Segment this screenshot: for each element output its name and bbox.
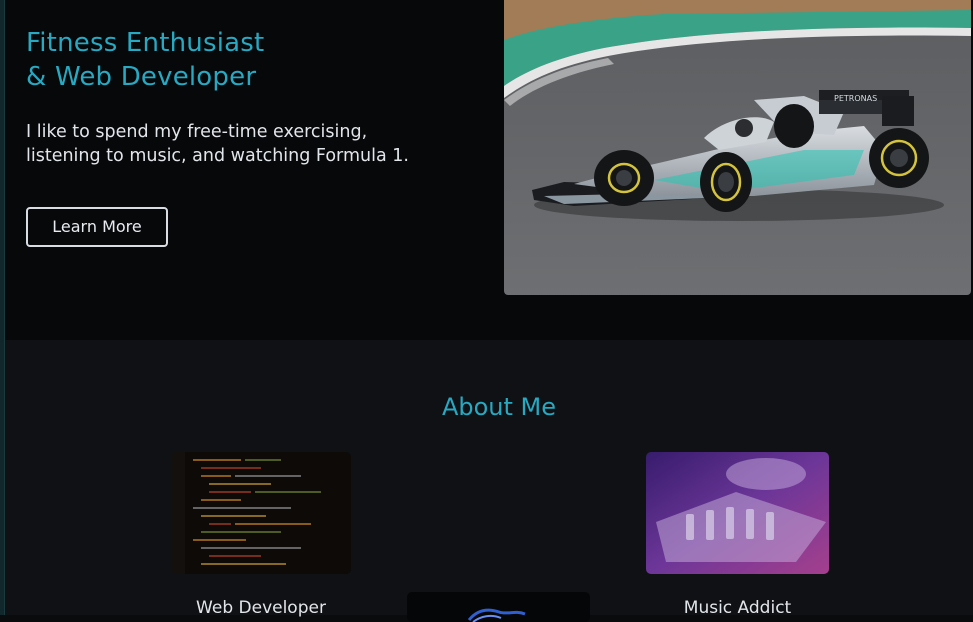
web-developer-image [171,452,351,574]
card-label-web-developer: Web Developer [196,598,326,618]
learn-more-button[interactable]: Learn More [26,207,168,247]
about-title: About Me [441,393,557,421]
hero-title: Fitness Enthusiast & Web Developer [26,26,264,94]
hero-description-line-2: listening to music, and watching Formula… [26,146,409,166]
hero-section: Fitness Enthusiast & Web Developer I lik… [5,0,973,340]
about-section: About Me Web Developer Music Addict [5,340,973,622]
hero-description-line-1: I like to spend my free-time exercising, [26,122,368,142]
hero-description: I like to spend my free-time exercising,… [26,120,486,168]
music-addict-image [646,452,829,574]
center-card-image [407,592,590,622]
card-label-music-addict: Music Addict [683,598,792,618]
svg-text:PETRONAS: PETRONAS [834,94,877,103]
hero-photo-f1-car: PETRONAS [504,0,971,295]
hero-title-line-1: Fitness Enthusiast [26,28,265,58]
hero-title-line-2: & Web Developer [26,62,257,92]
